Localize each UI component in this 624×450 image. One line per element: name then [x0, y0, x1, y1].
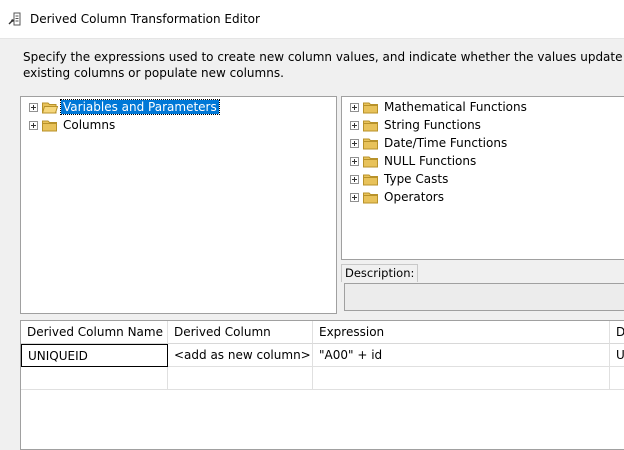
- expand-icon[interactable]: [350, 102, 359, 112]
- instruction-text: Specify the expressions used to create n…: [23, 50, 623, 80]
- expand-icon[interactable]: [29, 102, 38, 112]
- column-header-data-type[interactable]: Da: [610, 321, 624, 344]
- transform-editor-icon: [8, 12, 21, 26]
- cell-expression[interactable]: "A00" + id: [313, 344, 610, 367]
- expand-icon[interactable]: [350, 174, 359, 184]
- cell-derived-column[interactable]: [168, 367, 313, 390]
- tree-item-label: String Functions: [384, 118, 481, 132]
- folder-icon: [363, 192, 378, 203]
- tree-item-label: Variables and Parameters: [60, 99, 220, 115]
- cell-data-type[interactable]: [610, 367, 624, 390]
- window-title: Derived Column Transformation Editor: [30, 12, 260, 26]
- cell-derived-column[interactable]: <add as new column>: [168, 344, 313, 367]
- description-box: [344, 283, 624, 311]
- functions-tree[interactable]: Mathematical Functions String Functions …: [341, 96, 624, 260]
- folder-open-icon: [42, 102, 58, 113]
- tree-item-type-casts[interactable]: Type Casts: [350, 171, 450, 187]
- tree-item-label: Type Casts: [384, 172, 449, 186]
- expand-icon[interactable]: [350, 120, 359, 130]
- cell-expression[interactable]: [313, 367, 610, 390]
- tree-item-label: Date/Time Functions: [384, 136, 508, 150]
- folder-icon: [363, 120, 378, 131]
- column-header-expression[interactable]: Expression: [313, 321, 610, 344]
- tree-item-datetime-functions[interactable]: Date/Time Functions: [350, 135, 509, 151]
- tree-item-label: Columns: [63, 118, 116, 132]
- tree-item-label: NULL Functions: [384, 154, 477, 168]
- expand-icon[interactable]: [29, 120, 38, 130]
- title-bar: Derived Column Transformation Editor: [0, 0, 624, 39]
- tree-item-label: Operators: [384, 190, 444, 204]
- cell-derived-column-name[interactable]: [21, 367, 168, 390]
- tree-item-operators[interactable]: Operators: [350, 189, 446, 205]
- variables-columns-tree[interactable]: Variables and Parameters Columns: [20, 96, 337, 314]
- cell-derived-column-name[interactable]: UNIQUEID: [21, 344, 168, 367]
- expand-icon[interactable]: [350, 156, 359, 166]
- folder-icon: [42, 120, 57, 131]
- column-header-derived-column-name[interactable]: Derived Column Name: [21, 321, 168, 344]
- expand-icon[interactable]: [350, 192, 359, 202]
- tree-item-columns[interactable]: Columns: [29, 117, 117, 133]
- folder-icon: [363, 156, 378, 167]
- tree-item-label: Mathematical Functions: [384, 100, 527, 114]
- folder-icon: [363, 138, 378, 149]
- derived-column-grid[interactable]: Derived Column Name Derived Column Expre…: [20, 320, 624, 450]
- description-label: Description:: [341, 264, 419, 282]
- cell-data-type[interactable]: Ur: [610, 344, 624, 367]
- tree-item-null-functions[interactable]: NULL Functions: [350, 153, 478, 169]
- column-header-derived-column[interactable]: Derived Column: [168, 321, 313, 344]
- expand-icon[interactable]: [350, 138, 359, 148]
- tree-item-mathematical-functions[interactable]: Mathematical Functions: [350, 99, 529, 115]
- folder-icon: [363, 102, 378, 113]
- tree-item-string-functions[interactable]: String Functions: [350, 117, 483, 133]
- tree-item-variables-parameters[interactable]: Variables and Parameters: [29, 99, 220, 115]
- folder-icon: [363, 174, 378, 185]
